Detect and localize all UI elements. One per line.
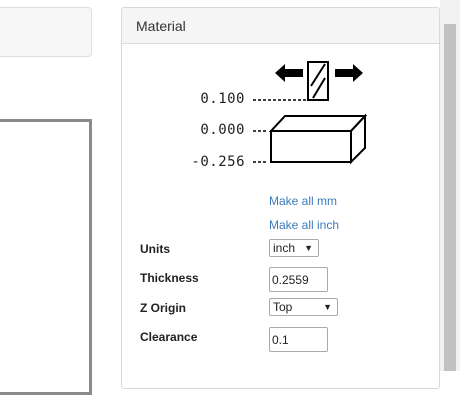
units-select-value: inch: [273, 241, 296, 255]
z-origin-select-value: Top: [273, 300, 293, 314]
left-top-card: [0, 7, 92, 57]
panel-title: Material: [122, 8, 439, 44]
make-all-mm-link[interactable]: Make all mm: [269, 194, 337, 208]
chevron-down-icon: ▼: [323, 302, 332, 312]
right-arrow-icon: [335, 64, 363, 82]
dimension-top-label: 0.000: [200, 122, 245, 138]
clearance-label: Clearance: [140, 330, 198, 344]
thickness-label: Thickness: [140, 271, 199, 285]
stock-block-icon: [268, 113, 368, 165]
thickness-input[interactable]: [269, 267, 328, 292]
preview-canvas[interactable]: [0, 119, 92, 395]
make-all-inch-link[interactable]: Make all inch: [269, 218, 339, 232]
units-label: Units: [140, 242, 170, 256]
chevron-down-icon: ▼: [304, 243, 313, 253]
scrollbar-thumb[interactable]: [444, 24, 456, 371]
dimension-clearance-label: 0.100: [200, 91, 245, 107]
left-arrow-icon: [275, 64, 303, 82]
end-mill-icon: [307, 61, 329, 101]
z-origin-select[interactable]: Top ▼: [269, 298, 338, 316]
z-origin-label: Z Origin: [140, 301, 186, 315]
dimension-bottom-label: -0.256: [191, 154, 245, 170]
material-diagram: [253, 61, 368, 165]
units-select[interactable]: inch ▼: [269, 239, 319, 257]
clearance-input[interactable]: [269, 327, 328, 352]
